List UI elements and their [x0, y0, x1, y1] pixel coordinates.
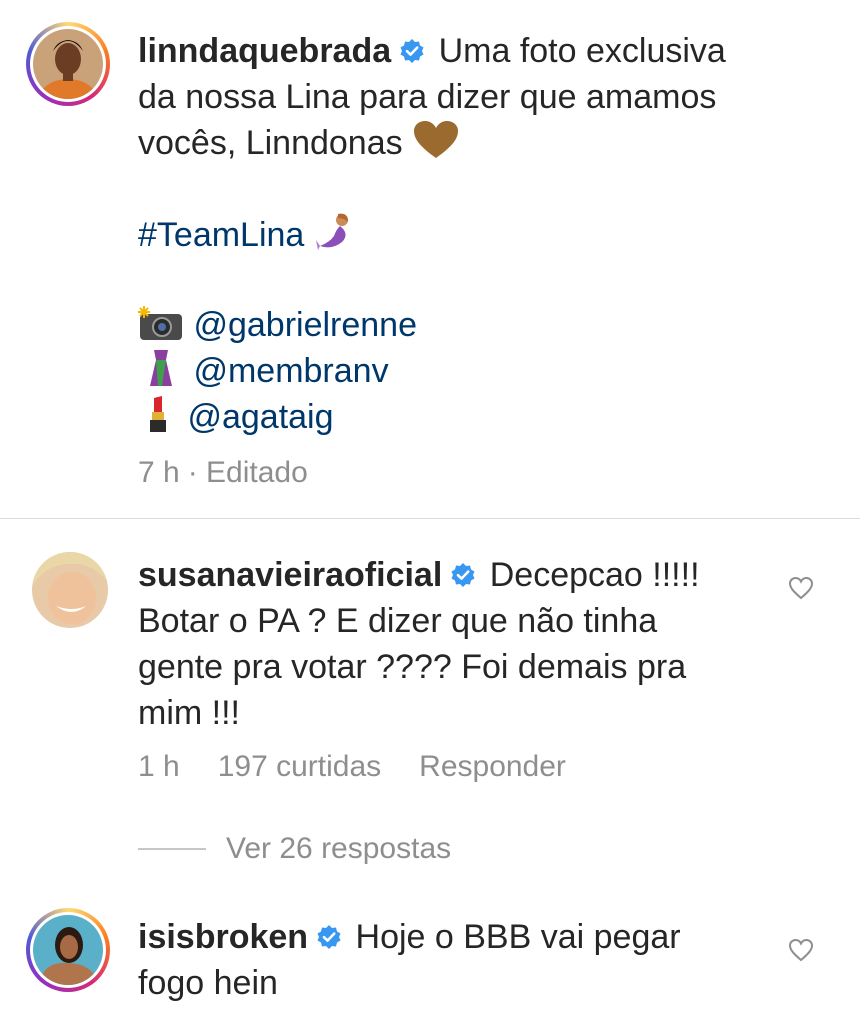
camera-flash-emoji — [138, 306, 182, 340]
post-caption: linndaquebrada Uma foto exclusiva da nos… — [138, 28, 838, 440]
comment-1-likes[interactable]: 197 curtidas — [218, 750, 381, 783]
isisbroken-avatar-image — [33, 915, 103, 985]
mention-membranv[interactable]: @membranv — [193, 352, 388, 390]
comment-1-username[interactable]: susanavieiraoficial — [138, 556, 442, 594]
post-edited: · Editado — [187, 456, 308, 489]
comment-1-time: 1 h — [138, 750, 180, 783]
reply-button[interactable]: Responder — [419, 750, 566, 783]
post-meta: 7 h · Editado — [138, 456, 346, 490]
mermaid-emoji — [315, 213, 348, 250]
comment-1-line-3: gente pra votar ???? Foi demais pra — [138, 648, 687, 686]
comment-2-username[interactable]: isisbroken — [138, 918, 308, 956]
brown-heart-emoji — [414, 121, 459, 158]
comment-1-meta: 1 h 197 curtidas Responder — [138, 750, 604, 784]
comment-1-line-1: Decepcao !!!!! — [489, 556, 700, 594]
caption-line-2: da nossa Lina para dizer que amamos — [138, 78, 717, 116]
post-username[interactable]: linndaquebrada — [138, 32, 391, 70]
caption-divider — [0, 518, 860, 519]
replies-divider-line — [138, 848, 206, 850]
isisbroken-avatar[interactable] — [26, 908, 110, 992]
comment-1-line-4: mim !!! — [138, 694, 240, 732]
comment-2-line-1: Hoje o BBB vai pegar — [355, 918, 681, 956]
mention-gabrielrenne[interactable]: @gabrielrenne — [193, 306, 417, 344]
mention-agataig[interactable]: @agataig — [187, 398, 333, 436]
comment-isisbroken: isisbroken Hoje o BBB vai pegar fogo hei… — [138, 914, 778, 1006]
comment-2-line-2: fogo hein — [138, 964, 278, 1002]
verified-badge-icon — [400, 39, 424, 63]
linndaquebrada-avatar-image — [33, 29, 103, 99]
verified-badge-icon — [317, 925, 341, 949]
comment-1-line-2: Botar o PA ? E dizer que não tinha — [138, 602, 658, 640]
sari-emoji — [150, 350, 172, 386]
view-replies-button[interactable]: Ver 26 respostas — [226, 832, 451, 866]
post-time: 7 h — [138, 456, 180, 489]
hashtag-teamlina[interactable]: #TeamLina — [138, 216, 304, 254]
lipstick-emoji — [150, 396, 166, 432]
comment-susanavieiraoficial: susanavieiraoficial Decepcao !!!!! Botar… — [138, 552, 778, 736]
heart-outline-icon[interactable] — [788, 576, 814, 600]
heart-outline-icon[interactable] — [788, 938, 814, 962]
post-avatar[interactable] — [26, 22, 110, 106]
verified-badge-icon — [451, 563, 475, 587]
susanavieiraoficial-avatar[interactable] — [32, 552, 108, 628]
caption-line-1: Uma foto exclusiva — [438, 32, 726, 70]
caption-line-3: vocês, Linndonas — [138, 124, 403, 162]
